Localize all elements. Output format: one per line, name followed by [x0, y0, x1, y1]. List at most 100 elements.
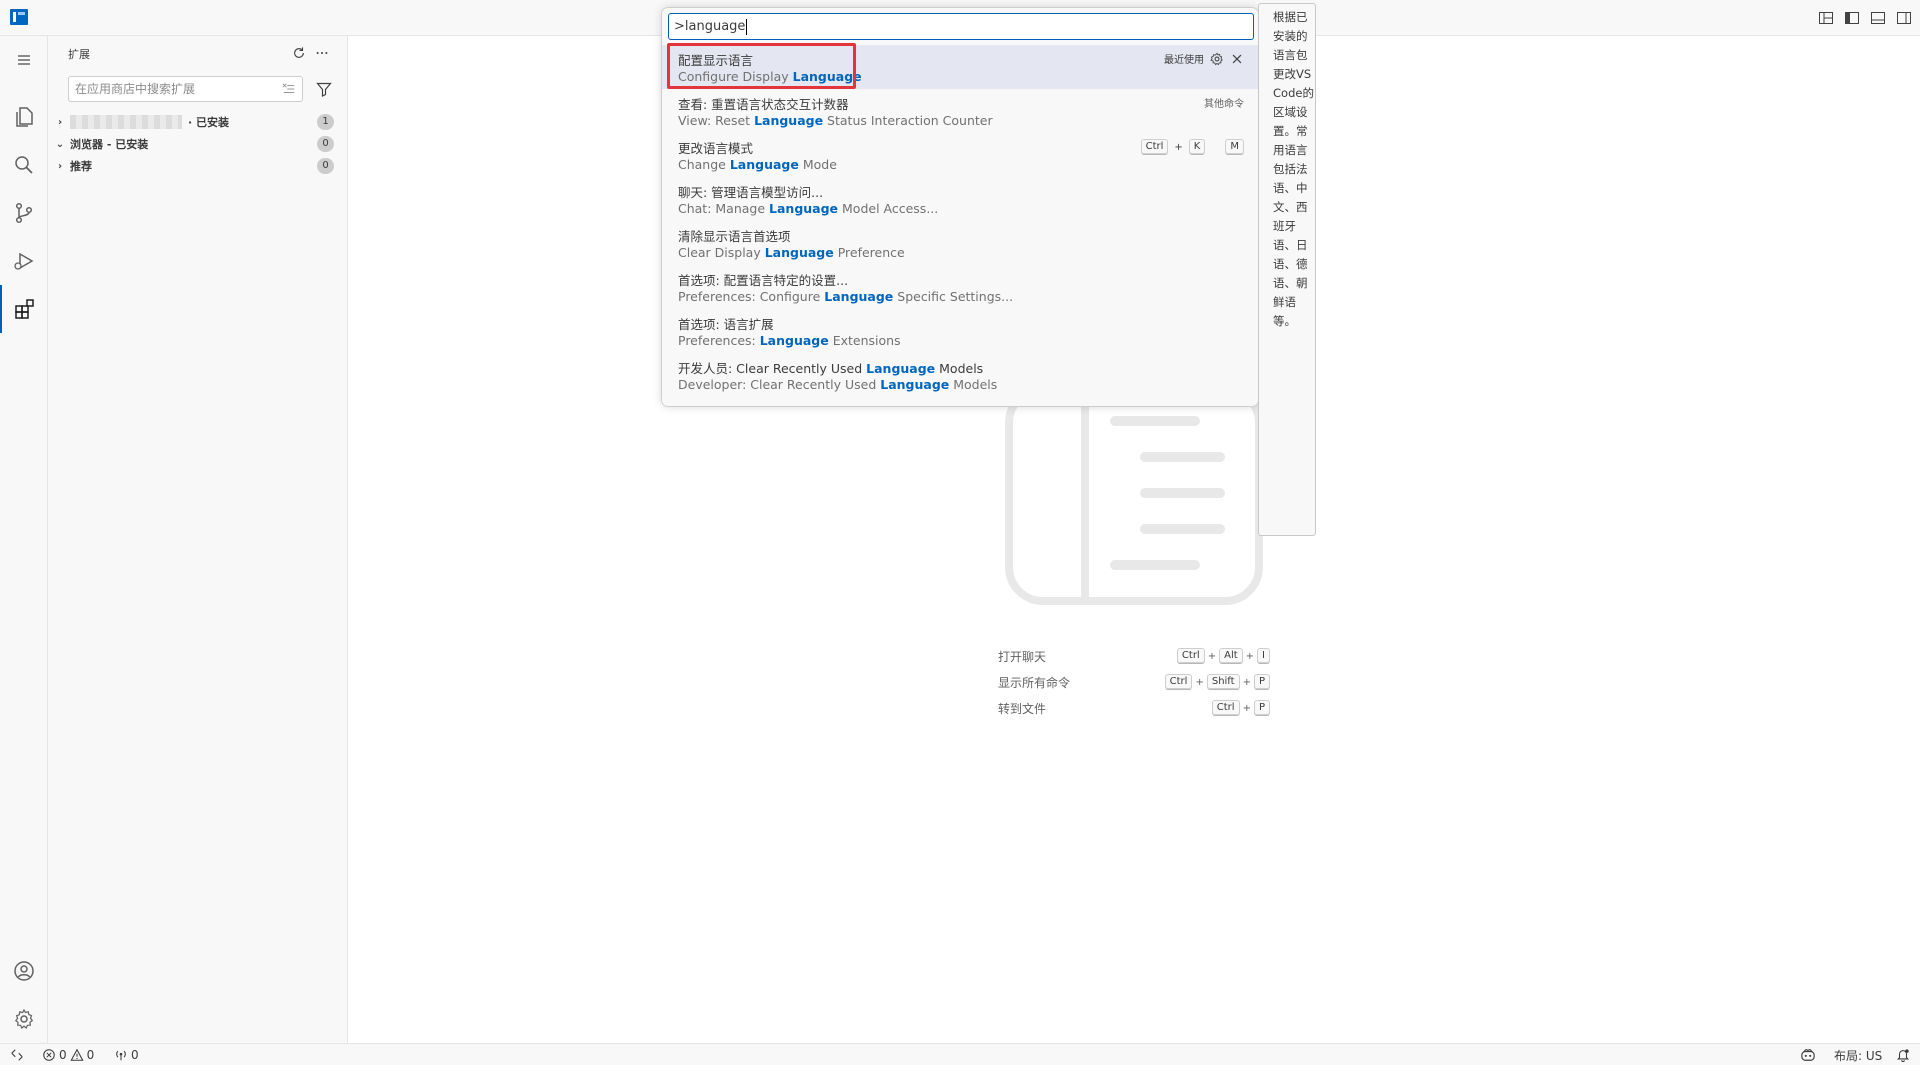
command-description-tooltip: 根据已安装的语言包更改VS Code的区域设置。常用语言包括法语、中文、西班牙语… — [1258, 3, 1316, 536]
menu-icon[interactable] — [0, 36, 48, 84]
broadcast-icon — [116, 1050, 126, 1061]
count-badge: 0 — [317, 136, 334, 152]
filter-icon[interactable] — [314, 79, 334, 99]
refresh-icon[interactable] — [290, 44, 308, 62]
command-input-value: >language — [674, 19, 746, 34]
accounts-icon[interactable] — [0, 947, 48, 995]
problems-indicator[interactable]: 0 0 — [42, 1047, 94, 1063]
key-separator: + — [1207, 650, 1217, 662]
command-subtitle: Developer: Clear Recently Used Language … — [678, 377, 998, 392]
extension-search-input[interactable] — [69, 77, 269, 101]
other-commands-label: 其他命令 — [1204, 99, 1244, 110]
key: I — [1257, 648, 1270, 664]
more-actions-icon[interactable] — [313, 44, 331, 62]
command-subtitle: Preferences: Configure Language Specific… — [678, 289, 1014, 304]
warning-icon — [70, 1048, 84, 1061]
ports-count: 0 — [131, 1048, 139, 1062]
command-subtitle: View: Reset Language Status Interaction … — [678, 113, 993, 128]
command-item[interactable]: 配置显示语言 Configure Display Language 最近使用 — [662, 45, 1258, 89]
key-separator: + — [1242, 702, 1251, 714]
toggle-panel-icon[interactable] — [1868, 8, 1888, 28]
sidebar-title: 扩展 — [68, 48, 90, 61]
section-installed[interactable]: › · 已安装 1 — [48, 111, 348, 133]
key: Ctrl — [1176, 648, 1205, 664]
command-subtitle: Clear Display Language Preference — [678, 245, 905, 260]
section-browser-installed[interactable]: ⌄ 浏览器 - 已安装 0 — [48, 133, 348, 155]
remote-indicator-icon[interactable] — [10, 1047, 24, 1063]
command-subtitle: Chat: Manage Language Model Access... — [678, 201, 939, 216]
copilot-icon[interactable] — [1800, 1047, 1816, 1063]
command-item[interactable]: 聊天: 管理语言模型访问... Chat: Manage Language Mo… — [662, 177, 1258, 221]
key: M — [1225, 139, 1244, 155]
command-title: 聊天: 管理语言模型访问... — [678, 185, 824, 200]
command-title: 首选项: 配置语言特定的设置... — [678, 273, 849, 288]
key: P — [1253, 674, 1270, 690]
chevron-right-icon: › — [57, 116, 63, 128]
shortcut-open-chat: 打开聊天 Ctrl + Alt + I — [998, 643, 1270, 669]
count-badge: 1 — [317, 114, 334, 130]
command-title: 配置显示语言 — [678, 53, 754, 68]
count-badge: 0 — [317, 158, 334, 174]
toggle-primary-sidebar-icon[interactable] — [1842, 8, 1862, 28]
command-item-actions: 其他命令 — [1204, 95, 1244, 110]
key: Ctrl — [1164, 674, 1193, 690]
error-icon — [43, 1049, 55, 1061]
text-caret — [746, 18, 748, 35]
command-item[interactable]: 查看: 重置语言状态交互计数器 View: Reset Language Sta… — [662, 89, 1258, 133]
run-debug-icon[interactable] — [0, 237, 48, 285]
notifications-bell-icon[interactable] — [1896, 1047, 1910, 1063]
key: Ctrl — [1140, 139, 1169, 155]
warning-count: 0 — [86, 1048, 95, 1062]
extensions-sidebar: 扩展 › · 已安装 1 ⌄ 浏览器 - 已安装 0 › 推荐 0 — [48, 36, 348, 1043]
recently-used-label: 最近使用 — [1164, 55, 1204, 66]
keyboard-layout-status[interactable]: 布局: US — [1834, 1047, 1882, 1063]
shortcut-keys: Ctrl + Alt + I — [1176, 648, 1270, 664]
configure-keybinding-gear-icon[interactable] — [1210, 52, 1224, 66]
command-subtitle: Configure Display Language — [678, 69, 862, 84]
command-title: 查看: 重置语言状态交互计数器 — [678, 97, 849, 112]
error-count: 0 — [59, 1048, 67, 1062]
command-keybinding: Ctrl + K M — [1140, 139, 1244, 155]
shortcut-label: 转到文件 — [998, 701, 1047, 716]
shortcut-keys: Ctrl + Shift + P — [1164, 674, 1270, 690]
command-palette-input[interactable]: >language — [668, 13, 1254, 40]
command-title: 开发人员: Clear Recently Used Language Model… — [678, 361, 984, 376]
key-separator: + — [1195, 676, 1204, 688]
extensions-icon[interactable] — [0, 285, 48, 333]
key-separator: + — [1174, 141, 1183, 153]
customize-layout-icon[interactable] — [1816, 8, 1836, 28]
command-item[interactable]: 清除显示语言首选项 Clear Display Language Prefere… — [662, 221, 1258, 265]
search-icon[interactable] — [0, 141, 48, 189]
command-title: 清除显示语言首选项 — [678, 229, 791, 244]
command-title: 更改语言模式 — [678, 141, 754, 156]
key: Shift — [1206, 674, 1240, 690]
chevron-right-icon: › — [57, 160, 63, 172]
key: Ctrl — [1211, 700, 1240, 716]
activity-bar — [0, 36, 48, 1043]
key-separator: + — [1242, 676, 1251, 688]
close-icon[interactable] — [1230, 52, 1244, 66]
source-control-icon[interactable] — [0, 189, 48, 237]
app-logo-icon — [10, 9, 28, 25]
section-label: 推荐 — [70, 160, 92, 173]
command-item[interactable]: 首选项: 配置语言特定的设置... Preferences: Configure… — [662, 265, 1258, 309]
shortcut-label: 显示所有命令 — [998, 675, 1071, 690]
section-recommended[interactable]: › 推荐 0 — [48, 155, 348, 177]
key: K — [1188, 139, 1206, 155]
shortcut-show-all-commands: 显示所有命令 Ctrl + Shift + P — [998, 669, 1270, 695]
settings-gear-icon[interactable] — [0, 995, 48, 1043]
command-item-actions: 最近使用 — [1164, 51, 1244, 66]
toggle-secondary-sidebar-icon[interactable] — [1894, 8, 1914, 28]
command-item[interactable]: 更改语言模式 Change Language Mode Ctrl + K M — [662, 133, 1258, 177]
section-label: 浏览器 - 已安装 — [70, 138, 149, 151]
explorer-icon[interactable] — [0, 93, 48, 141]
chevron-down-icon: ⌄ — [55, 138, 65, 150]
shortcut-keys: Ctrl + P — [1211, 700, 1270, 716]
extension-search-box — [68, 76, 303, 102]
command-item[interactable]: 开发人员: Clear Recently Used Language Model… — [662, 353, 1258, 397]
ports-indicator[interactable]: 0 — [114, 1047, 139, 1063]
clear-search-icon[interactable] — [282, 82, 296, 96]
editor-watermark-icon — [1005, 385, 1263, 605]
command-item[interactable]: 首选项: 语言扩展 Preferences: Language Extensio… — [662, 309, 1258, 353]
command-palette: >language 配置显示语言 Configure Display Langu… — [662, 8, 1258, 406]
